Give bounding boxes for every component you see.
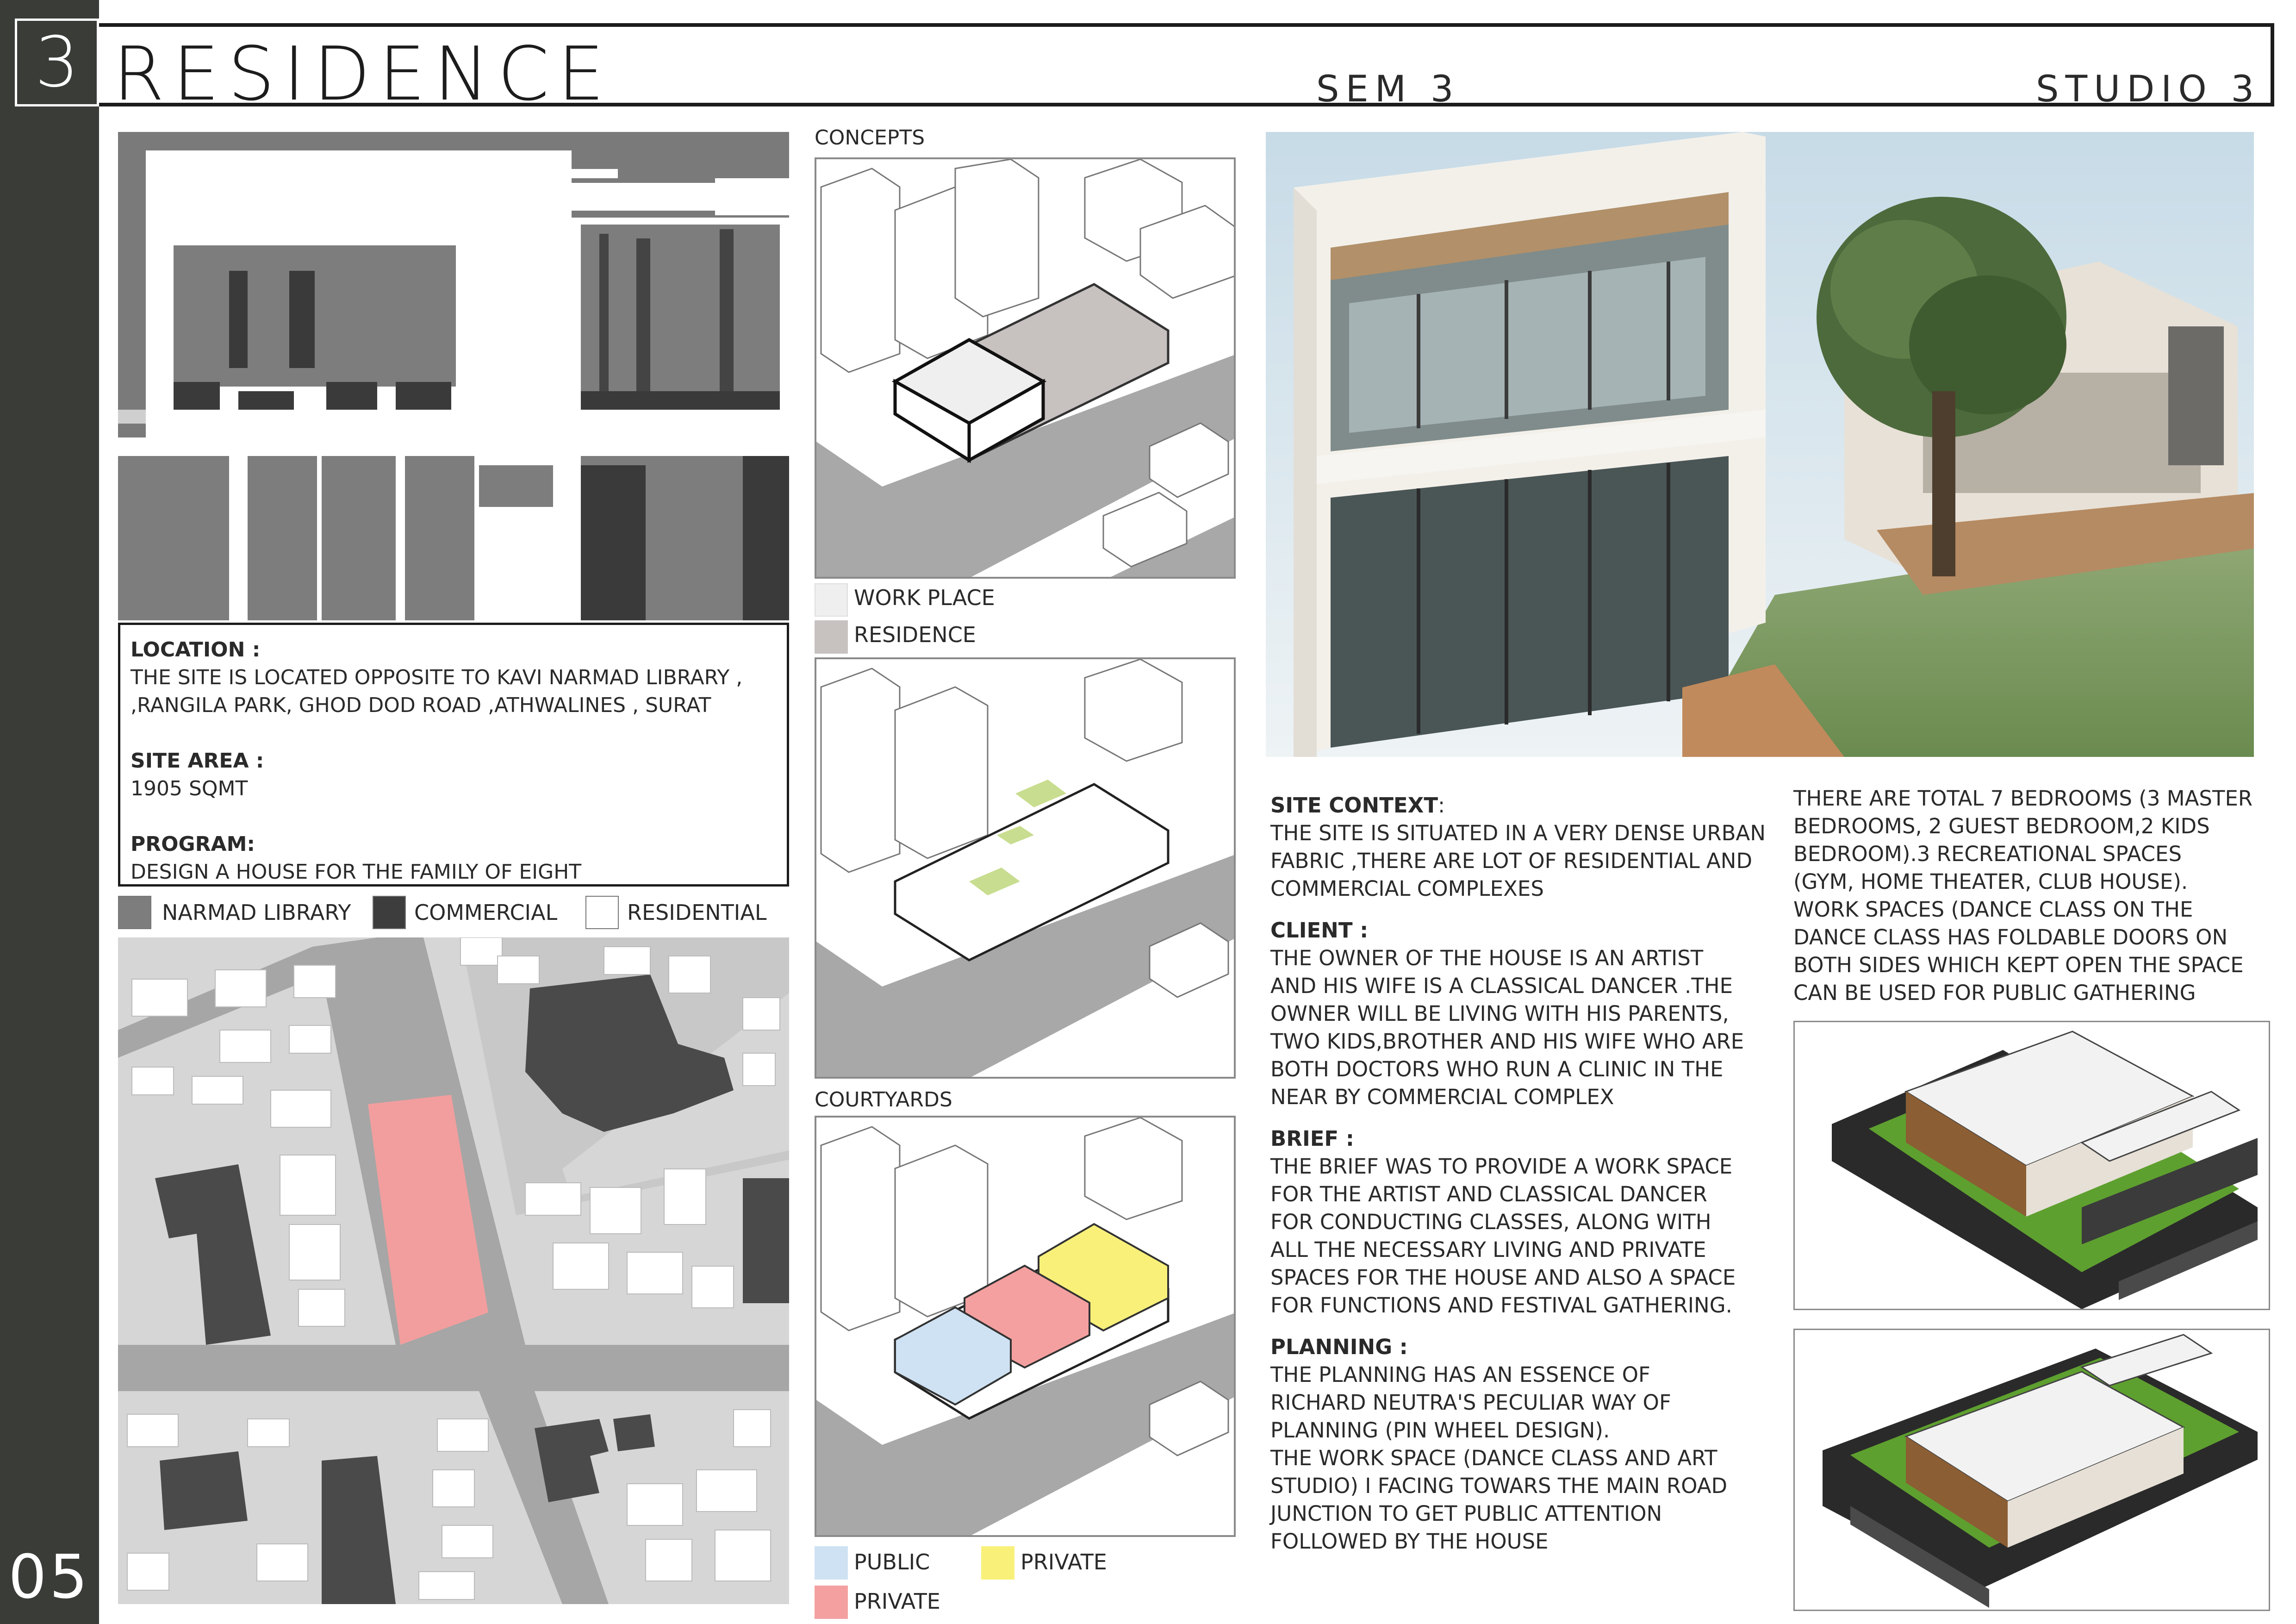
- planning-line: JUNCTION TO GET PUBLIC ATTENTION: [1270, 1501, 1662, 1526]
- site-context-line: FABRIC ,THERE ARE LOT OF RESIDENTIAL AND: [1270, 849, 1753, 873]
- planning-heading: PLANNING :: [1270, 1335, 1408, 1359]
- planning-line: THE PLANNING HAS AN ESSENCE OF: [1270, 1362, 1650, 1387]
- title-bar: RESIDENCE SEM 3 STUDIO 3: [99, 23, 2274, 117]
- client-heading: CLIENT :: [1270, 918, 1369, 943]
- planning-line: FOLLOWED BY THE HOUSE: [1270, 1529, 1549, 1554]
- client-line: AND HIS WIFE IS A CLASSICAL DANCER .THE: [1270, 974, 1733, 998]
- bedrooms-line: CAN BE USED FOR PUBLIC GATHERING: [1793, 981, 2196, 1005]
- brief-line: FOR CONDUCTING CLASSES, ALONG WITH: [1270, 1210, 1711, 1234]
- description-column-left: SITE CONTEXT: THE SITE IS SITUATED IN A …: [1270, 792, 1780, 1555]
- site-context-colon: :: [1438, 793, 1445, 818]
- page-number: 05: [8, 1542, 91, 1612]
- brief-line: FOR THE ARTIST AND CLASSICAL DANCER: [1270, 1182, 1707, 1206]
- legend-label-commercial: COMMERCIAL: [414, 900, 558, 925]
- courtyard-diagram: [815, 1116, 1236, 1537]
- client-line: NEAR BY COMMERCIAL COMPLEX: [1270, 1085, 1614, 1109]
- site-legend: NARMAD LIBRARY COMMERCIAL RESIDENTIAL: [118, 896, 789, 933]
- site-context-line: COMMERCIAL COMPLEXES: [1270, 876, 1544, 901]
- bedrooms-line: THERE ARE TOTAL 7 BEDROOMS (3 MASTER: [1793, 786, 2253, 811]
- concept-legend-label-residence: RESIDENCE: [854, 622, 976, 647]
- brief-heading: BRIEF :: [1270, 1126, 1354, 1151]
- studio-label: STUDIO 3: [2036, 69, 2261, 110]
- description-column-right: THERE ARE TOTAL 7 BEDROOMS (3 MASTER BED…: [1793, 785, 2279, 1007]
- site-plan-map: [118, 937, 789, 1604]
- courtyard-legend-label-private-yellow: PRIVATE: [1020, 1549, 1107, 1574]
- page-title: RESIDENCE: [113, 31, 613, 117]
- courtyard-legend-swatch-private-yellow: [981, 1546, 1014, 1580]
- concept-diagram-2: [815, 657, 1236, 1079]
- courtyard-legend-label-public: PUBLIC: [854, 1549, 930, 1574]
- project-number: 3: [15, 19, 99, 106]
- bedrooms-line: BEDROOMS, 2 GUEST BEDROOM,2 KIDS: [1793, 814, 2210, 838]
- bedrooms-line: BOTH SIDES WHICH KEPT OPEN THE SPACE: [1793, 953, 2244, 977]
- legend-swatch-residential: [585, 896, 619, 929]
- site-context-line: THE SITE IS SITUATED IN A VERY DENSE URB…: [1270, 821, 1766, 845]
- planning-line: STUDIO) I FACING TOWARS THE MAIN ROAD: [1270, 1474, 1728, 1498]
- concept-diagram-1: [815, 157, 1236, 579]
- client-line: BOTH DOCTORS WHO RUN A CLINIC IN THE: [1270, 1057, 1724, 1081]
- courtyard-legend-label-private-red: PRIVATE: [854, 1589, 940, 1614]
- semester-label: SEM 3: [1316, 69, 1460, 110]
- site-context-heading: SITE CONTEXT: [1270, 793, 1438, 818]
- bedrooms-line: (GYM, HOME THEATER, CLUB HOUSE).: [1793, 869, 2188, 894]
- bedrooms-line: DANCE CLASS HAS FOLDABLE DOORS ON: [1793, 925, 2228, 949]
- planning-line: RICHARD NEUTRA'S PECULIAR WAY OF: [1270, 1390, 1671, 1415]
- client-line: OWNER WILL BE LIVING WITH HIS PARENTS,: [1270, 1001, 1729, 1026]
- client-line: THE OWNER OF THE HOUSE IS AN ARTIST: [1270, 946, 1704, 970]
- planning-line: PLANNING (PIN WHEEL DESIGN).: [1270, 1418, 1610, 1443]
- concept-legend-swatch-work: [815, 583, 848, 617]
- concept-legend-label-work: WORK PLACE: [854, 585, 995, 610]
- brief-line: FOR FUNCTIONS AND FESTIVAL GATHERING.: [1270, 1293, 1732, 1318]
- axonometric-view-1: [1793, 1021, 2270, 1310]
- concept-legend-swatch-residence: [815, 620, 848, 654]
- legend-label-library: NARMAD LIBRARY: [162, 900, 351, 925]
- brief-line: ALL THE NECESSARY LIVING AND PRIVATE: [1270, 1237, 1706, 1262]
- courtyards-heading: COURTYARDS: [815, 1088, 952, 1112]
- bedrooms-line: BEDROOM).3 RECREATIONAL SPACES: [1793, 842, 2182, 866]
- planning-line: THE WORK SPACE (DANCE CLASS AND ART: [1270, 1446, 1717, 1470]
- axonometric-view-2: [1793, 1329, 2270, 1611]
- brief-line: SPACES FOR THE HOUSE AND ALSO A SPACE: [1270, 1265, 1736, 1290]
- client-line: TWO KIDS,BROTHER AND HIS WIFE WHO ARE: [1270, 1029, 1744, 1054]
- legend-label-residential: RESIDENTIAL: [627, 900, 767, 925]
- brief-line: THE BRIEF WAS TO PROVIDE A WORK SPACE: [1270, 1154, 1733, 1179]
- bedrooms-line: WORK SPACES (DANCE CLASS ON THE: [1793, 897, 2193, 922]
- courtyard-legend-swatch-public: [815, 1546, 848, 1580]
- location-heading: LOCATION :: [131, 638, 261, 662]
- location-line-2: ,RANGILA PARK, GHOD DOD ROAD ,ATHWALINES…: [131, 693, 711, 717]
- legend-swatch-commercial: [373, 896, 406, 929]
- site-figure-ground-map: [118, 132, 789, 620]
- program-heading: PROGRAM:: [131, 832, 255, 856]
- program-value: DESIGN A HOUSE FOR THE FAMILY OF EIGHT: [131, 860, 582, 884]
- concepts-heading: CONCEPTS: [815, 126, 925, 150]
- site-area-heading: SITE AREA :: [131, 749, 264, 773]
- sidebar: [0, 0, 99, 1624]
- location-line-1: THE SITE IS LOCATED OPPOSITE TO KAVI NAR…: [131, 666, 743, 689]
- legend-swatch-library: [118, 896, 151, 929]
- project-info-box: LOCATION : THE SITE IS LOCATED OPPOSITE …: [118, 623, 789, 887]
- courtyard-legend-swatch-private-red: [815, 1586, 848, 1619]
- site-area-value: 1905 SQMT: [131, 777, 248, 800]
- exterior-render: [1266, 132, 2254, 757]
